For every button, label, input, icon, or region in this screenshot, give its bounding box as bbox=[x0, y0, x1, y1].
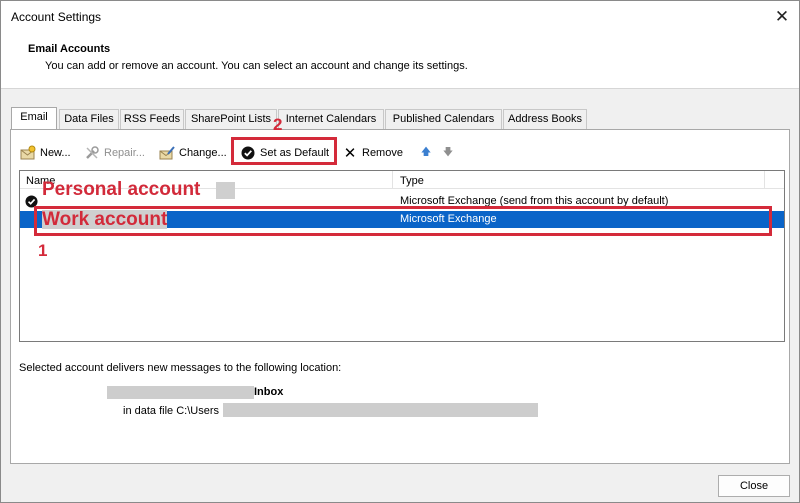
tab-email[interactable]: Email bbox=[11, 107, 57, 130]
column-divider bbox=[392, 171, 393, 189]
annotation-number-2: 2 bbox=[273, 115, 283, 134]
section-title: Email Accounts bbox=[28, 43, 111, 55]
annotation-box-set-default bbox=[231, 137, 337, 165]
title-bar: Account Settings ✕ bbox=[1, 1, 799, 33]
repair-button[interactable]: Repair... bbox=[84, 142, 145, 164]
remove-button-label: Remove bbox=[362, 147, 403, 159]
close-icon[interactable]: ✕ bbox=[771, 6, 793, 28]
move-up-button[interactable]: 🡅 bbox=[418, 142, 438, 164]
tab-address-books[interactable]: Address Books bbox=[503, 109, 587, 129]
tab-published-calendars[interactable]: Published Calendars bbox=[385, 109, 502, 129]
repair-button-label: Repair... bbox=[104, 147, 145, 159]
close-button[interactable]: Close bbox=[718, 475, 790, 497]
section-description: You can add or remove an account. You ca… bbox=[45, 60, 468, 72]
arrow-up-icon: 🡅 bbox=[420, 146, 432, 158]
email-tab-panel: New... Repair... Change... Set as Defaul… bbox=[10, 129, 790, 464]
header-panel: Email Accounts You can add or remove an … bbox=[1, 33, 799, 89]
redacted-block bbox=[216, 182, 235, 199]
remove-button[interactable]: ✕ Remove bbox=[342, 142, 403, 164]
change-account-icon bbox=[159, 145, 175, 161]
annotation-box-work-row bbox=[34, 206, 772, 236]
arrow-down-icon: 🡇 bbox=[442, 146, 454, 158]
new-account-icon bbox=[20, 145, 36, 161]
tab-data-files[interactable]: Data Files bbox=[59, 109, 119, 129]
redacted-block bbox=[223, 403, 538, 417]
redacted-block bbox=[107, 386, 254, 399]
tab-rss-feeds[interactable]: RSS Feeds bbox=[120, 109, 184, 129]
tab-internet-calendars[interactable]: Internet Calendars bbox=[278, 109, 384, 129]
account-settings-dialog: Account Settings ✕ Email Accounts You ca… bbox=[0, 0, 800, 503]
data-file-path: in data file C:\Users bbox=[123, 405, 219, 417]
tab-sharepoint-lists[interactable]: SharePoint Lists bbox=[185, 109, 277, 129]
column-divider bbox=[764, 171, 765, 189]
move-down-button[interactable]: 🡇 bbox=[440, 142, 460, 164]
window-title: Account Settings bbox=[11, 10, 102, 24]
new-button[interactable]: New... bbox=[20, 142, 71, 164]
change-button-label: Change... bbox=[179, 147, 227, 159]
type-column-header[interactable]: Type bbox=[400, 175, 424, 187]
annotation-number-1: 1 bbox=[38, 241, 48, 260]
new-button-label: New... bbox=[40, 147, 71, 159]
delivery-location-label: Selected account delivers new messages t… bbox=[19, 362, 342, 374]
account-name: Personal account bbox=[42, 179, 201, 200]
repair-tools-icon bbox=[84, 145, 100, 161]
account-list[interactable]: Name Type Personal account Microsoft Exc… bbox=[19, 170, 785, 342]
inbox-folder-label: Inbox bbox=[254, 386, 284, 398]
remove-x-icon: ✕ bbox=[343, 145, 357, 162]
change-button[interactable]: Change... bbox=[159, 142, 227, 164]
